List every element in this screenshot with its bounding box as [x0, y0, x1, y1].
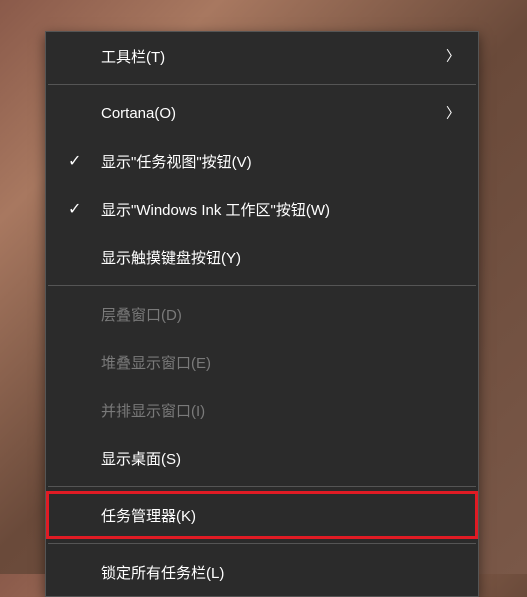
menu-item-show-desktop[interactable]: 显示桌面(S) [46, 434, 478, 482]
menu-item-label: 任务管理器(K) [101, 505, 196, 526]
menu-item-show-windows-ink[interactable]: ✓ 显示"Windows Ink 工作区"按钮(W) [46, 185, 478, 233]
menu-item-task-manager[interactable]: 任务管理器(K) [46, 491, 478, 539]
taskbar-context-menu: 工具栏(T) 〉 Cortana(O) 〉 ✓ 显示"任务视图"按钮(V) ✓ … [45, 31, 479, 597]
menu-item-label: 显示桌面(S) [101, 448, 181, 469]
menu-separator [48, 543, 476, 544]
menu-item-label: 显示"任务视图"按钮(V) [101, 151, 252, 172]
check-icon: ✓ [68, 199, 81, 219]
menu-item-show-task-view[interactable]: ✓ 显示"任务视图"按钮(V) [46, 137, 478, 185]
menu-separator [48, 84, 476, 85]
menu-item-side-by-side: 并排显示窗口(I) [46, 386, 478, 434]
menu-item-label: 锁定所有任务栏(L) [101, 562, 224, 583]
menu-item-label: 并排显示窗口(I) [101, 400, 205, 421]
menu-item-label: Cortana(O) [101, 105, 176, 122]
menu-item-cascade-windows: 层叠窗口(D) [46, 290, 478, 338]
menu-separator [48, 285, 476, 286]
menu-item-label: 堆叠显示窗口(E) [101, 352, 211, 373]
menu-item-show-touch-keyboard[interactable]: 显示触摸键盘按钮(Y) [46, 233, 478, 281]
menu-item-label: 工具栏(T) [101, 46, 165, 67]
menu-item-toolbars[interactable]: 工具栏(T) 〉 [46, 32, 478, 80]
menu-item-label: 显示触摸键盘按钮(Y) [101, 247, 241, 268]
menu-item-stacked-windows: 堆叠显示窗口(E) [46, 338, 478, 386]
menu-item-label: 层叠窗口(D) [101, 304, 182, 325]
menu-separator [48, 486, 476, 487]
menu-item-label: 显示"Windows Ink 工作区"按钮(W) [101, 199, 330, 220]
chevron-right-icon: 〉 [446, 103, 460, 123]
chevron-right-icon: 〉 [446, 46, 460, 66]
menu-item-lock-taskbar[interactable]: 锁定所有任务栏(L) [46, 548, 478, 596]
menu-item-cortana[interactable]: Cortana(O) 〉 [46, 89, 478, 137]
check-icon: ✓ [68, 151, 81, 171]
